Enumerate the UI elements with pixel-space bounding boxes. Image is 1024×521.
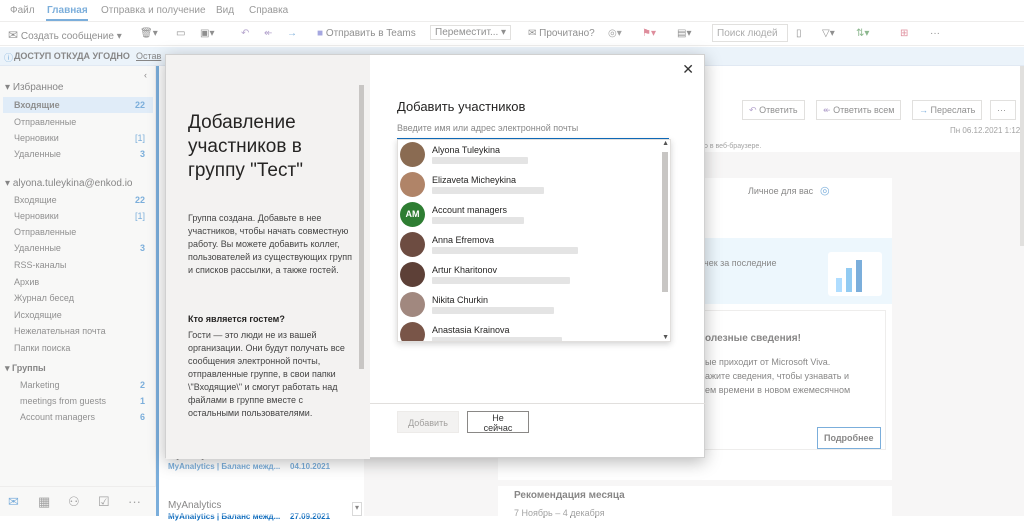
- avatar: [400, 232, 425, 257]
- redacted-email: [432, 337, 562, 341]
- dialog-main-panel: ✕ Добавить участников Введите имя или ад…: [370, 55, 706, 459]
- list-scrollbar[interactable]: [662, 152, 668, 292]
- people-suggestion-list: Alyona Tuleykina Elizaveta Micheykina AM…: [397, 139, 671, 342]
- list-item[interactable]: AM Account managers: [398, 200, 660, 230]
- person-name: Account managers: [432, 205, 508, 215]
- redacted-email: [432, 247, 578, 254]
- person-name: Alyona Tuleykina: [432, 145, 501, 155]
- list-item[interactable]: Anastasia Krainova: [398, 320, 660, 341]
- list-item[interactable]: Nikita Churkin: [398, 290, 660, 320]
- scroll-up-icon[interactable]: ▲: [662, 140, 669, 147]
- list-item[interactable]: Artur Kharitonov: [398, 260, 660, 290]
- guest-description: Гости — это люди не из вашей организации…: [188, 330, 345, 418]
- person-name: Artur Kharitonov: [432, 265, 498, 275]
- person-name: Nikita Churkin: [432, 295, 489, 305]
- person-name: Anastasia Krainova: [432, 325, 510, 335]
- info-scrollbar[interactable]: [359, 85, 364, 369]
- list-item[interactable]: Elizaveta Micheykina: [398, 170, 660, 200]
- redacted-email: [432, 307, 554, 314]
- avatar: [400, 142, 425, 167]
- member-search-input[interactable]: Введите имя или адрес электронной почты: [397, 123, 669, 139]
- add-members-title: Добавить участников: [397, 99, 526, 114]
- not-now-button[interactable]: Не сейчас: [467, 411, 529, 433]
- redacted-email: [432, 277, 570, 284]
- list-item[interactable]: Anna Efremova: [398, 230, 660, 260]
- guest-heading: Кто является гостем?: [188, 314, 285, 324]
- scroll-down-icon[interactable]: ▼: [662, 334, 669, 341]
- person-name: Elizaveta Micheykina: [432, 175, 517, 185]
- avatar: [400, 292, 425, 317]
- avatar: [400, 172, 425, 197]
- dialog-divider: [370, 403, 706, 404]
- add-button[interactable]: Добавить: [397, 411, 459, 433]
- avatar: AM: [400, 202, 425, 227]
- dialog-info-panel: Добавление участников в группу "Тест" Гр…: [166, 55, 370, 459]
- redacted-email: [432, 157, 528, 164]
- avatar: [400, 322, 425, 341]
- dialog-title: Добавление участников в группу "Тест": [188, 112, 303, 181]
- avatar: [400, 262, 425, 287]
- person-name: Anna Efremova: [432, 235, 495, 245]
- add-members-dialog: Добавление участников в группу "Тест" Гр…: [165, 54, 706, 459]
- redacted-email: [432, 217, 524, 224]
- dialog-intro: Группа создана. Добавьте в нее участнико…: [188, 213, 352, 275]
- close-icon[interactable]: ✕: [682, 61, 694, 78]
- redacted-email: [432, 187, 544, 194]
- list-item[interactable]: Alyona Tuleykina: [398, 140, 660, 170]
